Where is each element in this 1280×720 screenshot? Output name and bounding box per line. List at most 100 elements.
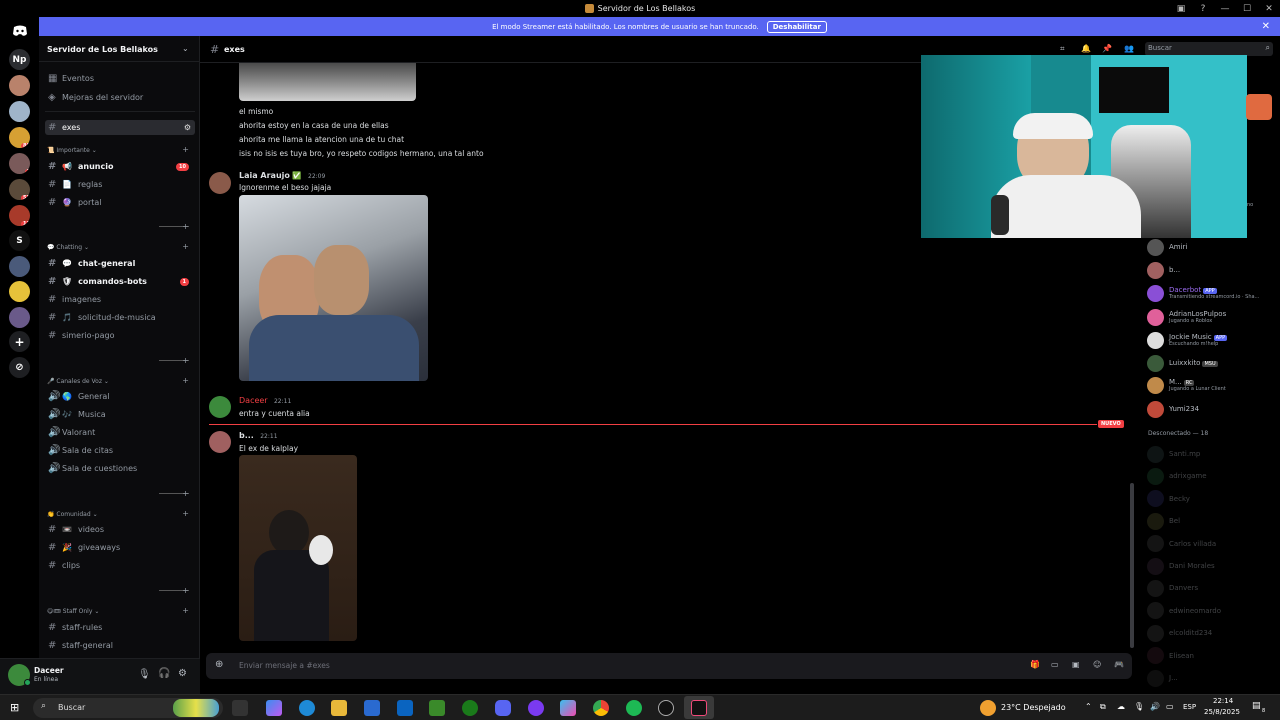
channel-clips[interactable]: # clips xyxy=(45,558,195,573)
obs-icon[interactable] xyxy=(658,700,674,716)
discord-home-icon[interactable] xyxy=(9,20,30,41)
m365-icon[interactable] xyxy=(560,700,576,716)
tray-icon[interactable]: ⧉ xyxy=(1100,702,1106,712)
add-channel-icon[interactable]: + xyxy=(182,606,189,615)
weather-text[interactable]: 23°C Despejado xyxy=(1001,703,1066,712)
member-item-offline[interactable]: edwineomardo xyxy=(1147,601,1277,621)
server-icon-2[interactable] xyxy=(9,101,30,122)
member-item-offline[interactable]: Dani Morales xyxy=(1147,556,1277,576)
clock-time[interactable]: 22:14 xyxy=(1213,697,1233,705)
category-comunidad[interactable]: 👏 Comunidad ⌄ xyxy=(47,511,98,518)
app-icon[interactable] xyxy=(528,700,544,716)
member-item-offline[interactable]: Becky xyxy=(1147,489,1277,509)
voice-valorant[interactable]: 🔊 Valorant xyxy=(45,425,195,440)
member-item[interactable]: Amiri xyxy=(1147,237,1277,257)
headphones-icon[interactable]: 🎧 xyxy=(158,668,170,679)
language-indicator[interactable]: ESP xyxy=(1183,703,1196,711)
channel-reglas[interactable]: # 📄 reglas xyxy=(45,177,195,192)
server-icon-8[interactable] xyxy=(9,307,30,328)
taskbar-search[interactable]: ⌕ Buscar xyxy=(33,698,223,718)
server-icon-7[interactable] xyxy=(9,281,30,302)
avatar[interactable] xyxy=(209,431,231,453)
channel-simerio[interactable]: # simerio-pago xyxy=(45,328,195,343)
member-item[interactable]: Yumi234 xyxy=(1147,399,1277,419)
gif-icon[interactable]: ▭ xyxy=(1051,660,1059,669)
add-server-icon[interactable]: + xyxy=(9,331,30,352)
server-name[interactable]: Servidor de Los Bellakos xyxy=(47,45,158,54)
copilot-icon[interactable] xyxy=(266,700,282,716)
gift-icon[interactable]: 🎁 xyxy=(1030,660,1040,669)
voice-citas[interactable]: 🔊 Sala de citas xyxy=(45,443,195,458)
author-name[interactable]: Daceer xyxy=(239,396,268,405)
member-item-offline[interactable]: Elisean xyxy=(1147,646,1277,666)
category-chatting[interactable]: 💬 Chatting ⌄ xyxy=(47,244,89,251)
member-item[interactable]: M... RC Jugando a Lunar Client xyxy=(1147,375,1277,395)
spotify-icon[interactable] xyxy=(626,700,642,716)
server-icon-1[interactable] xyxy=(9,75,30,96)
channel-staff-rules[interactable]: # staff-rules xyxy=(45,620,195,635)
member-item[interactable]: b... xyxy=(1147,260,1277,280)
help-icon[interactable]: ? xyxy=(1192,4,1214,14)
pin-icon[interactable]: 📌 xyxy=(1102,44,1112,53)
inbox-icon[interactable]: ▣ xyxy=(1170,4,1192,14)
maximize-button[interactable]: ☐ xyxy=(1236,4,1258,14)
channel-anuncio[interactable]: # 📢 anuncio 10 xyxy=(45,159,195,174)
member-item-offline[interactable]: elcolditd234 xyxy=(1147,623,1277,643)
message-composer[interactable]: ⊕ Enviar mensaje a #exes 🎁 ▭ ▣ ☺ 🎮 xyxy=(206,653,1132,679)
member-item-offline[interactable]: Danvers xyxy=(1147,578,1277,598)
server-icon-3[interactable]: 80 xyxy=(9,127,30,148)
file-explorer-icon[interactable] xyxy=(331,700,347,716)
category-importante[interactable]: 📜 Importante ⌄ xyxy=(47,147,97,154)
minimize-button[interactable]: — xyxy=(1214,4,1236,14)
channel-solicitud[interactable]: # 🎵 solicitud-de-musica xyxy=(45,310,195,325)
edge-icon[interactable] xyxy=(299,700,315,716)
member-item[interactable]: AdrianLosPulpos Jugando a Roblox xyxy=(1147,307,1277,327)
voice-musica[interactable]: 🔊 🎶 Musica xyxy=(45,407,195,422)
minecraft-icon[interactable] xyxy=(429,700,445,716)
windows-start-icon[interactable]: ⊞ xyxy=(10,701,19,714)
close-banner-icon[interactable]: ✕ xyxy=(1262,21,1270,32)
add-channel-icon[interactable]: + xyxy=(182,509,189,518)
bell-icon[interactable]: 🔔 xyxy=(1081,44,1091,53)
apps-icon[interactable]: 🎮 xyxy=(1114,660,1124,669)
server-s[interactable]: S xyxy=(9,230,30,251)
add-channel-icon[interactable]: + xyxy=(182,376,189,385)
user-settings-icon[interactable]: ⚙ xyxy=(178,668,187,679)
add-attachment-icon[interactable]: ⊕ xyxy=(215,659,223,670)
voice-cuestiones[interactable]: 🔊 Sala de cuestiones xyxy=(45,461,195,476)
chevron-up-icon[interactable]: ⌃ xyxy=(1085,702,1092,711)
channel-chat-general[interactable]: # 💬 chat-general xyxy=(45,256,195,271)
add-channel-icon[interactable]: + xyxy=(182,242,189,251)
channel-imagenes[interactable]: # imagenes xyxy=(45,292,195,307)
search-input[interactable]: Buscar ⌕ xyxy=(1145,42,1273,56)
mic-icon[interactable]: 🎙 xyxy=(1134,702,1144,711)
task-view-icon[interactable] xyxy=(232,700,248,716)
category-staff[interactable]: 😋🎟 Staff Only ⌄ xyxy=(47,608,99,615)
boosts-item[interactable]: ◈ Mejoras del servidor xyxy=(45,90,195,105)
member-item-offline[interactable]: Santi.mp xyxy=(1147,444,1277,464)
volume-icon[interactable]: 🔊 xyxy=(1150,702,1160,711)
author-name[interactable]: Laia Araujo xyxy=(239,171,290,180)
add-channel-icon[interactable]: + xyxy=(182,145,189,154)
notification-icon[interactable]: ▤ xyxy=(1252,701,1261,711)
sticker-icon[interactable]: ▣ xyxy=(1072,660,1080,669)
tiktok-icon[interactable] xyxy=(691,700,707,716)
image-attachment[interactable] xyxy=(239,195,428,381)
member-item-offline[interactable]: Carlos villada xyxy=(1147,534,1277,554)
chevron-down-icon[interactable]: ⌄ xyxy=(182,44,189,53)
emoji-icon[interactable]: ☺ xyxy=(1093,660,1101,669)
member-item-offline[interactable]: adrixgame xyxy=(1147,466,1277,486)
events-item[interactable]: ▦ Eventos xyxy=(45,71,195,86)
channel-giveaways[interactable]: # 🎉 giveaways xyxy=(45,540,195,555)
server-icon-6[interactable] xyxy=(9,256,30,277)
discord-taskbar-icon[interactable] xyxy=(495,700,511,716)
cloud-icon[interactable]: ☁ xyxy=(1117,702,1125,711)
threads-icon[interactable]: ⌗ xyxy=(1060,44,1065,54)
member-item[interactable]: Dacerbot APP Transmitiendo streamcord.io ·… xyxy=(1147,283,1277,303)
member-item[interactable]: Luixxkito MSU xyxy=(1147,353,1277,373)
close-button[interactable]: ✕ xyxy=(1258,4,1280,14)
clock-date[interactable]: 25/8/2025 xyxy=(1204,708,1240,716)
members-icon[interactable]: 👥 xyxy=(1124,44,1134,53)
chrome-icon[interactable] xyxy=(593,700,609,716)
scrollbar[interactable] xyxy=(1130,483,1134,648)
